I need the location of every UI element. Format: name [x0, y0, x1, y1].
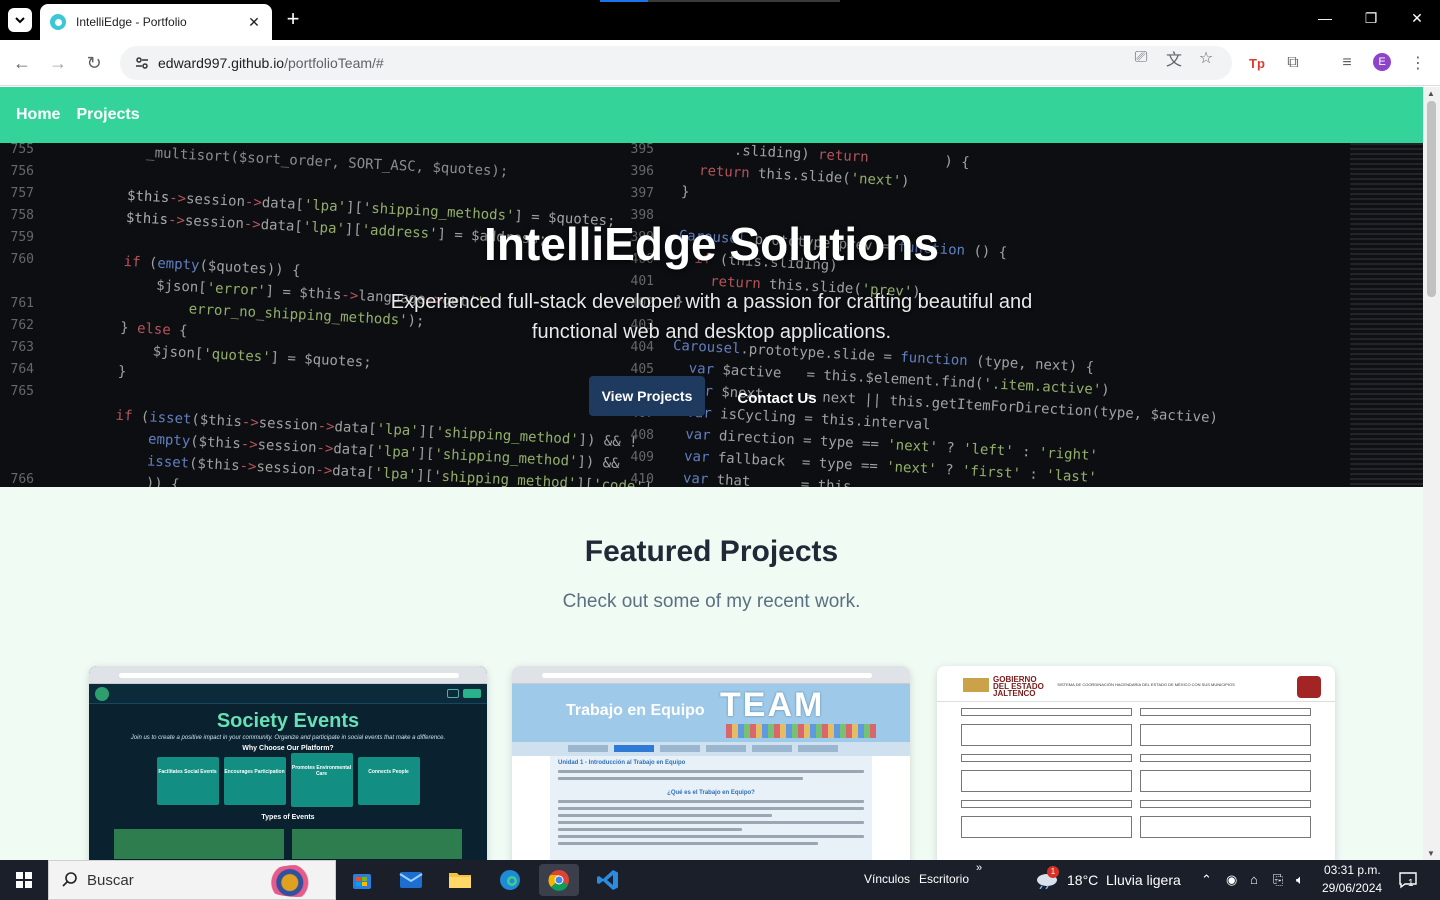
- document-header: GOBIERNO DEL ESTADO JALTENCO SISTEMA DE CO…: [937, 666, 1335, 702]
- banner-team-word: TEAM: [720, 686, 825, 724]
- new-tab-button[interactable]: +: [282, 8, 304, 30]
- restore-window-icon[interactable]: ❐: [1361, 10, 1381, 27]
- media-control-icon[interactable]: ≡: [1336, 52, 1358, 74]
- tab-close-icon[interactable]: ✕: [246, 14, 262, 31]
- card-features: Facilitates Social Events Encourages Par…: [89, 753, 487, 807]
- browser-menu-icon[interactable]: ⋮: [1407, 52, 1429, 74]
- edge-browser-icon[interactable]: [490, 864, 530, 896]
- feature-tile: Promotes Environmental Care: [290, 753, 353, 807]
- back-arrow-icon[interactable]: ←: [10, 51, 34, 75]
- tray-app-icon[interactable]: ⌂: [1250, 872, 1258, 887]
- install-app-icon[interactable]: ⎚: [1131, 48, 1151, 68]
- address-bar[interactable]: edward997.github.io/portfolioTeam/#: [120, 46, 1232, 80]
- card-site-header: [89, 684, 487, 704]
- weather-alert-badge: 1: [1047, 866, 1059, 878]
- document-header-text: SISTEMA DE COORDINACIÓN HACENDARIA DEL E…: [1057, 682, 1235, 687]
- windows-start-icon[interactable]: [16, 872, 32, 888]
- hero-section: 755 756 757 758 759 760 761 762 763 764 …: [0, 143, 1423, 487]
- project-card-trabajo-en-equipo[interactable]: Trabajo en Equipo TEAM Unidad 1 - Introd…: [512, 666, 910, 860]
- taskbar-links-toolbar[interactable]: Vínculos: [864, 872, 910, 886]
- weather-rain-icon[interactable]: 1: [1035, 866, 1059, 890]
- view-projects-button[interactable]: View Projects: [589, 376, 705, 416]
- gov-logo-text: GOBIERNO DEL ESTADO JALTENCO: [993, 675, 1044, 698]
- forward-arrow-icon[interactable]: →: [46, 51, 70, 75]
- card-types-heading: Types of Events: [261, 814, 315, 821]
- site-favicon-icon: [50, 14, 66, 30]
- municipal-seal-icon: [1297, 676, 1321, 698]
- hero-subtitle: Experienced full-stack developer with a …: [390, 291, 1033, 343]
- vscode-icon[interactable]: [588, 864, 628, 896]
- card-screenshot-chrome: [89, 666, 487, 684]
- page-scrollbar[interactable]: ▲ ▼: [1423, 87, 1440, 860]
- project-card-jaltenco[interactable]: GOBIERNO DEL ESTADO JALTENCO SISTEMA DE CO…: [937, 666, 1335, 860]
- windows-taskbar: Buscar Vínculos Escritorio » 1 18°C Lluv…: [0, 860, 1440, 900]
- clock-date[interactable]: 29/06/2024: [1322, 881, 1382, 895]
- reload-icon[interactable]: ↻: [82, 51, 106, 75]
- card-banner: Trabajo en Equipo TEAM: [512, 684, 910, 742]
- search-icon: [62, 872, 77, 887]
- file-explorer-icon[interactable]: [440, 864, 480, 896]
- browser-tab-active[interactable]: IntelliEdge - Portfolio ✕: [40, 4, 272, 40]
- document-form-grid: [961, 708, 1311, 838]
- notification-count: 1: [1408, 878, 1414, 889]
- featured-projects-heading: Featured Projects: [584, 535, 839, 568]
- microsoft-store-icon[interactable]: [342, 864, 382, 896]
- close-window-icon[interactable]: ✕: [1407, 10, 1427, 27]
- tab-title: IntelliEdge - Portfolio: [76, 15, 187, 29]
- meet-now-icon[interactable]: ◉: [1226, 872, 1237, 888]
- extensions-puzzle-icon[interactable]: ⧉: [1282, 52, 1304, 74]
- tab-search-button[interactable]: [8, 8, 32, 32]
- extension-tp-icon[interactable]: Tp: [1246, 52, 1268, 74]
- society-logo-icon: [95, 687, 109, 701]
- scrollbar-thumb[interactable]: [1427, 101, 1436, 297]
- card-content: Unidad 1 - Introducción al Trabajo en Eq…: [550, 756, 872, 860]
- clock-time[interactable]: 03:31 p.m.: [1324, 863, 1381, 877]
- bookmark-star-icon[interactable]: ☆: [1196, 48, 1216, 68]
- url-text: edward997.github.io/portfolioTeam/#: [158, 55, 384, 71]
- banner-title: Trabajo en Equipo: [566, 702, 705, 719]
- mail-icon[interactable]: [391, 864, 431, 896]
- notification-center-icon[interactable]: 1: [1398, 870, 1418, 890]
- featured-projects-subtitle: Check out some of my recent work.: [562, 591, 861, 612]
- translate-icon[interactable]: 文: [1164, 48, 1184, 69]
- feature-tile: Connects People: [357, 757, 420, 805]
- profile-avatar[interactable]: E: [1373, 53, 1391, 71]
- chrome-browser-icon[interactable]: [539, 864, 579, 896]
- site-info-icon[interactable]: [132, 53, 152, 73]
- team-people-illustration: [726, 724, 876, 738]
- loading-indicator: [600, 0, 840, 2]
- chevron-down-icon: [15, 17, 25, 24]
- network-icon[interactable]: ⎘: [1273, 872, 1283, 888]
- card-why-heading: Why Choose Our Platform?: [242, 745, 334, 752]
- hero-title: IntelliEdge Solutions: [484, 218, 939, 270]
- site-navbar: Home Projects: [0, 87, 1423, 143]
- search-highlight-illustration-icon: [261, 865, 333, 897]
- page-viewport: Home Projects 755 756 757 758 759 760 76…: [0, 87, 1423, 860]
- card-screenshot-chrome: [512, 666, 910, 684]
- event-type-tiles: [89, 829, 487, 859]
- taskbar-desktop-toolbar[interactable]: Escritorio: [919, 872, 969, 886]
- feature-tile: Facilitates Social Events: [156, 757, 219, 805]
- minimize-window-icon[interactable]: —: [1315, 10, 1335, 26]
- government-logo-icon: [963, 678, 989, 692]
- taskbar-search-box[interactable]: Buscar: [48, 860, 336, 900]
- card-heading: Society Events: [216, 710, 360, 732]
- project-card-society-events[interactable]: Society Events Join us to create a posit…: [89, 666, 487, 860]
- card-tabs: [512, 742, 910, 756]
- volume-icon[interactable]: 🔈︎: [1296, 872, 1304, 888]
- weather-text[interactable]: 18°C Lluvia ligera: [1067, 872, 1181, 888]
- browser-toolbar: ← → ↻ edward997.github.io/portfolioTeam/…: [0, 40, 1440, 86]
- nav-home-link[interactable]: Home: [16, 106, 60, 124]
- card-tagline: Join us to create a positive impact in y…: [130, 735, 446, 741]
- contact-us-button[interactable]: Contact Us: [722, 378, 832, 418]
- nav-projects-link[interactable]: Projects: [76, 106, 139, 124]
- browser-tab-bar: IntelliEdge - Portfolio ✕ + — ❐ ✕: [0, 0, 1440, 40]
- show-hidden-icons-icon[interactable]: ⌃: [1201, 872, 1212, 888]
- search-placeholder: Buscar: [87, 871, 134, 889]
- card-question: ¿Qué es el Trabajo en Equipo?: [667, 790, 755, 796]
- card-section-title: Unidad 1 - Introducción al Trabajo en Eq…: [558, 760, 686, 766]
- feature-tile: Encourages Participation: [223, 757, 286, 805]
- toolbar-overflow-icon[interactable]: »: [976, 862, 982, 874]
